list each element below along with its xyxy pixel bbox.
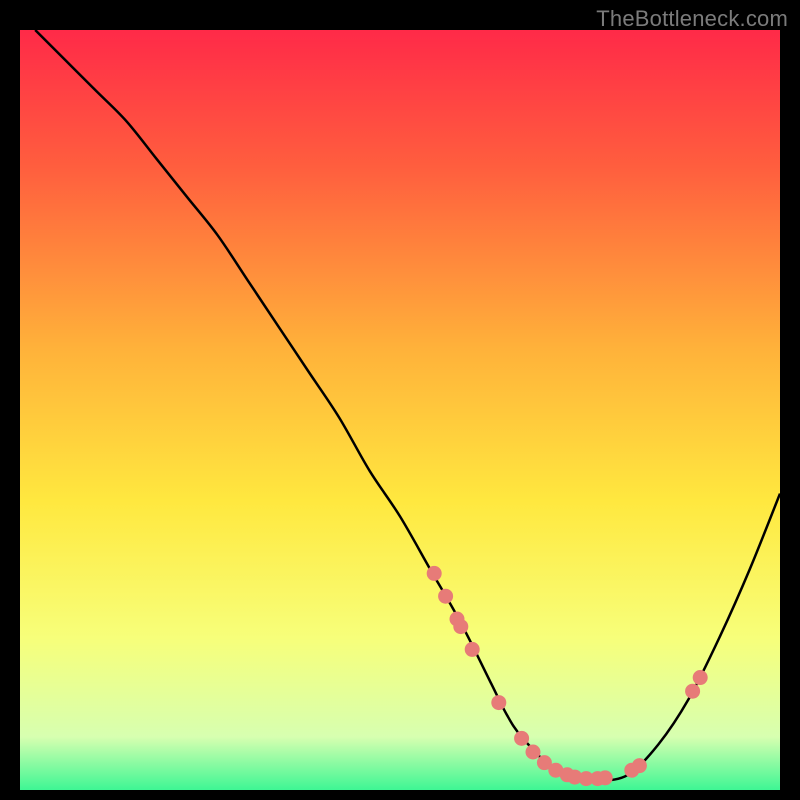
data-marker xyxy=(465,642,480,657)
data-marker xyxy=(693,670,708,685)
data-marker xyxy=(632,758,647,773)
data-marker xyxy=(427,566,442,581)
data-marker xyxy=(491,695,506,710)
data-marker xyxy=(453,619,468,634)
data-marker xyxy=(438,589,453,604)
watermark-text: TheBottleneck.com xyxy=(596,6,788,32)
data-marker xyxy=(526,745,541,760)
gradient-background xyxy=(20,30,780,790)
data-marker xyxy=(685,684,700,699)
plot-area xyxy=(20,30,780,790)
chart-svg xyxy=(20,30,780,790)
data-marker xyxy=(598,770,613,785)
data-marker xyxy=(514,731,529,746)
chart-frame: TheBottleneck.com xyxy=(0,0,800,800)
